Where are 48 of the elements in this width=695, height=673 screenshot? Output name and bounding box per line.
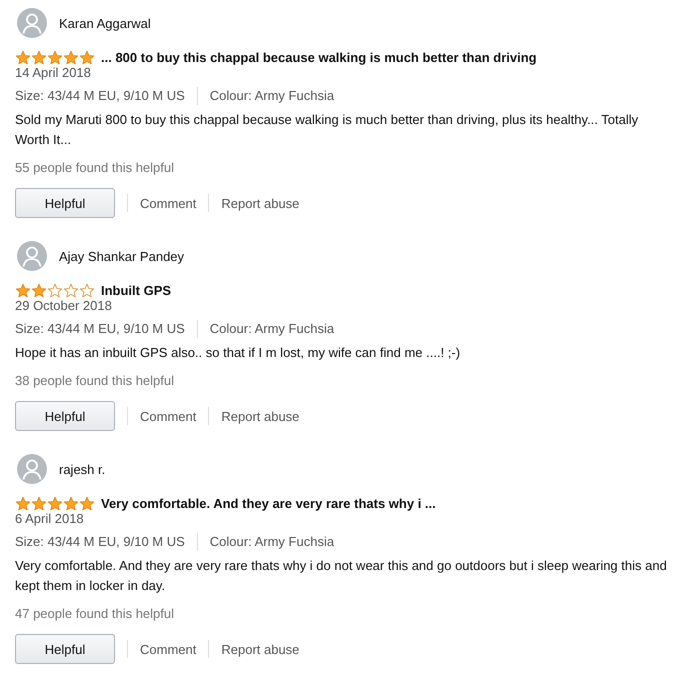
- review-title-link[interactable]: Very comfortable. And they are very rare thats why i ...: [101, 496, 436, 510]
- review-title-link[interactable]: ... 800 to buy this chappal because walking is much better than driving: [101, 50, 537, 64]
- colour-link[interactable]: Colour: Army Fuchsia: [210, 86, 334, 105]
- helpful-button[interactable]: Helpful: [15, 188, 115, 218]
- comment-link[interactable]: Comment: [140, 408, 196, 424]
- comment-link[interactable]: Comment: [140, 642, 196, 656]
- helpful-count: 55 people found this helpful: [15, 159, 174, 177]
- star-icon: [47, 496, 63, 510]
- reviewer-name: Karan Aggarwal: [59, 16, 151, 30]
- helpful-button[interactable]: Helpful: [15, 634, 115, 664]
- avatar-icon: [17, 241, 47, 271]
- star-outline-icon: [47, 282, 63, 298]
- star-icon: [47, 50, 63, 64]
- star-icon: [79, 496, 95, 510]
- colour-link[interactable]: Colour: Army Fuchsia: [210, 319, 334, 338]
- reviewer-name: rajesh r.: [59, 462, 106, 476]
- review-text: Hope it has an inbuilt GPS also.. so that if I m lost, my wife can find me ....! ;-): [15, 344, 462, 362]
- size-link[interactable]: Size: 43/44 M EU, 9/10 M US: [15, 532, 185, 551]
- helpful-count: 47 people found this helpful: [15, 605, 174, 623]
- star-icon: [31, 282, 47, 298]
- report-abuse-link[interactable]: Report abuse: [221, 642, 300, 656]
- star-icon: [79, 50, 95, 64]
- review-text: Sold my Maruti 800 to buy this chappal because walking is much better than driving, plus its healthy... Totally Worth It...: [15, 111, 640, 149]
- star-icon: [31, 496, 47, 510]
- star-outline-icon: [63, 282, 79, 298]
- review-date: 29 October 2018: [15, 298, 112, 314]
- helpful-count: 38 people found this helpful: [15, 372, 174, 390]
- star-icon: [15, 282, 31, 298]
- star-icon: [31, 50, 47, 64]
- review-text: Very comfortable. And they are very rare thats why i do not wear this and go outdoors but i sleep wearing this and kept them in locker in day.: [15, 557, 668, 595]
- report-abuse-link[interactable]: Report abuse: [221, 408, 300, 424]
- colour-link[interactable]: Colour: Army Fuchsia: [210, 532, 334, 551]
- review-date: 6 April 2018: [15, 511, 84, 527]
- star-outline-icon: [79, 282, 95, 298]
- star-icon: [63, 496, 79, 510]
- star-icon: [15, 50, 31, 64]
- size-link[interactable]: Size: 43/44 M EU, 9/10 M US: [15, 319, 185, 338]
- avatar-icon: [17, 454, 47, 484]
- avatar-icon: [17, 8, 47, 38]
- comment-link[interactable]: Comment: [140, 196, 196, 210]
- size-link[interactable]: Size: 43/44 M EU, 9/10 M US: [15, 86, 185, 105]
- helpful-button[interactable]: Helpful: [15, 401, 115, 431]
- review-title-link[interactable]: Inbuilt GPS: [101, 282, 172, 298]
- star-icon: [15, 496, 31, 510]
- review-date: 14 April 2018: [15, 65, 91, 81]
- star-icon: [63, 50, 79, 64]
- reviewer-name: Ajay Shankar Pandey: [59, 248, 184, 264]
- report-abuse-link[interactable]: Report abuse: [221, 196, 300, 210]
